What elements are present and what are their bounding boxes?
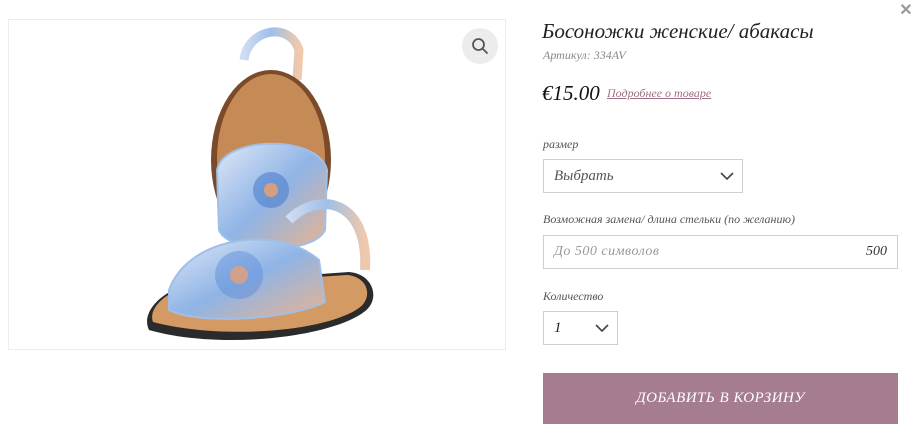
insole-label: Возможная замена/ длина стельки (по жела… xyxy=(543,212,795,226)
product-details-link[interactable]: Подробнее о товаре xyxy=(607,86,711,101)
chevron-down-icon xyxy=(720,172,734,181)
product-image-panel xyxy=(8,19,506,350)
sku-label: Артикул: xyxy=(543,48,591,62)
size-select[interactable]: Выбрать xyxy=(543,159,743,193)
add-to-cart-button[interactable]: ДОБАВИТЬ В КОРЗИНУ xyxy=(543,373,898,424)
close-button[interactable]: ✕ xyxy=(897,2,915,20)
quantity-label: Количество xyxy=(543,289,604,303)
product-sku: Артикул: 334AV xyxy=(543,48,626,63)
magnifier-icon xyxy=(472,38,488,54)
insole-placeholder: До 500 символов xyxy=(554,244,660,259)
close-icon: ✕ xyxy=(899,2,913,19)
quantity-select[interactable]: 1 xyxy=(543,311,618,345)
size-select-value: Выбрать xyxy=(554,168,614,184)
insole-input[interactable]: До 500 символов 500 xyxy=(543,235,898,269)
sku-value: 334AV xyxy=(593,48,626,62)
zoom-button[interactable] xyxy=(462,28,498,64)
quantity-select-value: 1 xyxy=(554,320,562,336)
product-image xyxy=(147,27,374,341)
character-counter: 500 xyxy=(866,244,887,259)
chevron-down-icon xyxy=(595,324,609,333)
product-title: Босоножки женские/ абакасы xyxy=(542,19,814,43)
product-price: €15.00 xyxy=(542,81,600,105)
size-label: размер xyxy=(543,137,579,151)
